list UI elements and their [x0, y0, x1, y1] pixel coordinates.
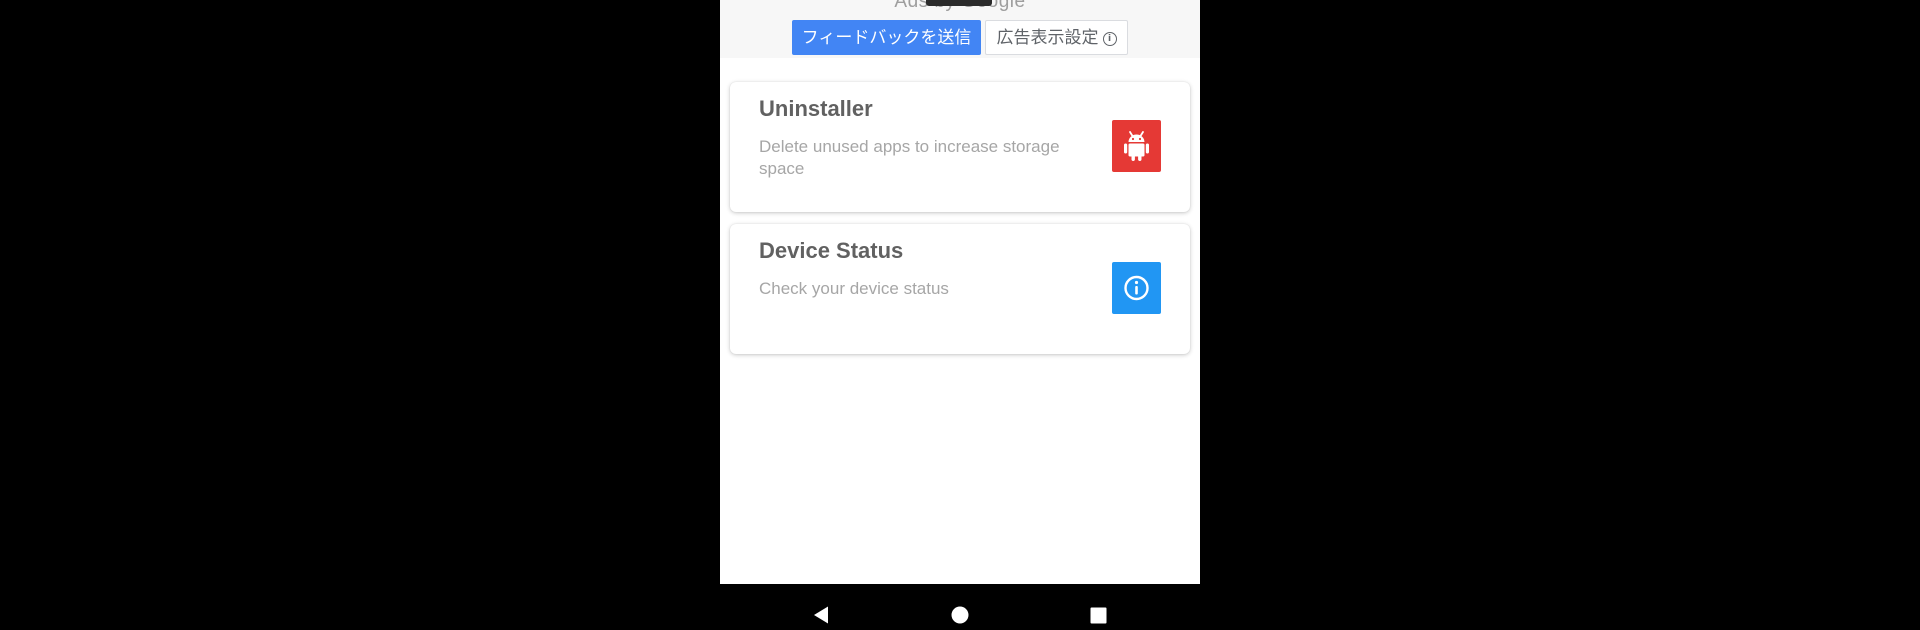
android-nav-bar — [720, 584, 1200, 630]
card-title: Device Status — [759, 238, 904, 263]
recent-square-icon[interactable] — [1068, 584, 1128, 630]
send-feedback-button[interactable]: フィードバックを送信 — [792, 20, 981, 55]
ad-settings-button[interactable]: 広告表示設定 i — [985, 20, 1128, 55]
app-screen: Ads by Google フィードバックを送信 広告表示設定 i Uninsta… — [720, 0, 1200, 584]
ad-banner: Ads by Google フィードバックを送信 広告表示設定 i — [720, 0, 1200, 58]
android-icon — [1112, 120, 1161, 172]
ad-tooltip — [926, 0, 992, 6]
ad-settings-label: 広告表示設定 — [996, 28, 1099, 47]
home-circle-icon[interactable] — [930, 584, 990, 630]
uninstaller-card[interactable]: Uninstaller Delete unused apps to increa… — [730, 82, 1190, 212]
back-triangle-icon[interactable] — [791, 584, 851, 630]
card-description: Check your device status — [759, 279, 949, 298]
card-description: Delete unused apps to increase storage s… — [759, 137, 1060, 178]
info-icon: i — [1102, 31, 1117, 46]
card-title: Uninstaller — [759, 96, 873, 121]
device-status-card[interactable]: Device Status Check your device status — [730, 224, 1190, 354]
info-circle-icon — [1112, 262, 1161, 314]
